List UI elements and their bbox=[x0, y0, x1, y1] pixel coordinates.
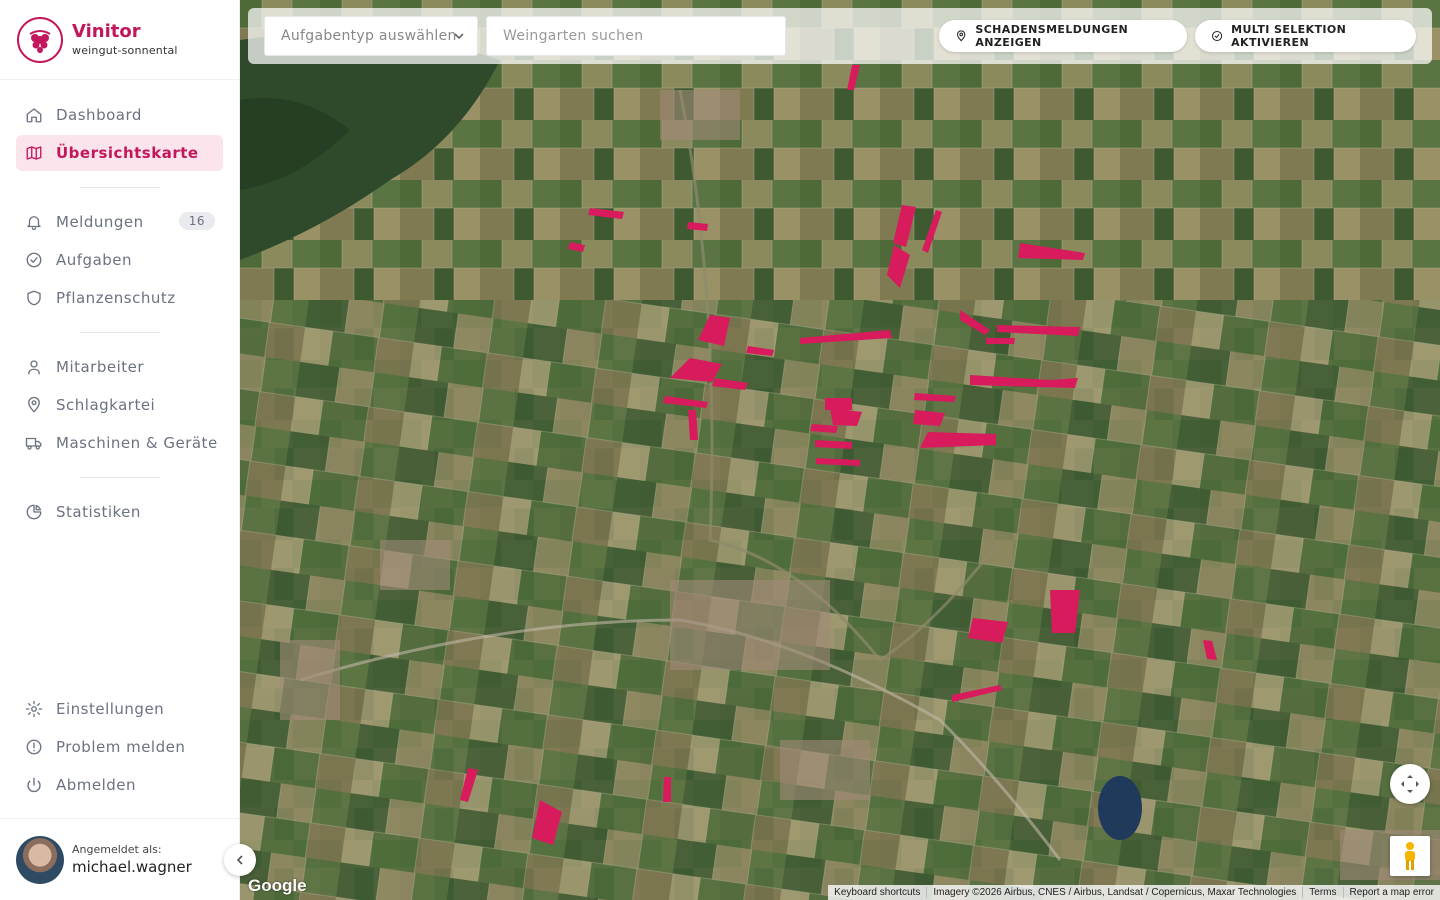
truck-icon bbox=[24, 433, 44, 453]
location-pin-icon bbox=[957, 30, 966, 42]
report-error-link[interactable]: Report a map error bbox=[1342, 887, 1440, 898]
check-circle-icon bbox=[24, 250, 44, 270]
user-box[interactable]: Angemeldet als: michael.wagner bbox=[0, 818, 240, 900]
chevron-left-icon bbox=[236, 855, 243, 865]
nav-aufgaben[interactable]: Aufgaben bbox=[16, 242, 223, 278]
nav-label: Pflanzenschutz bbox=[56, 289, 176, 307]
street-view-pegman[interactable] bbox=[1390, 836, 1430, 876]
nav-label: Abmelden bbox=[56, 776, 137, 794]
nav-label: Schlagkartei bbox=[56, 396, 156, 414]
map-icon bbox=[24, 143, 44, 163]
keyboard-shortcuts-link[interactable]: Keyboard shortcuts bbox=[828, 887, 926, 898]
nav-schlagkartei[interactable]: Schlagkartei bbox=[16, 387, 223, 423]
map-pan-control[interactable] bbox=[1390, 764, 1430, 804]
nav-mitarbeiter[interactable]: Mitarbeiter bbox=[16, 349, 223, 385]
nav-label: Statistiken bbox=[56, 503, 141, 521]
chevron-down-icon bbox=[454, 33, 464, 40]
notification-count-badge: 16 bbox=[178, 212, 215, 230]
collapse-sidebar-button[interactable] bbox=[224, 844, 256, 876]
main-nav: Dashboard Übersichtskarte Meldungen 16 A… bbox=[16, 0, 223, 900]
pegman-icon bbox=[1405, 842, 1415, 870]
home-icon bbox=[24, 105, 44, 125]
avatar bbox=[16, 835, 64, 884]
nav-label: Übersichtskarte bbox=[56, 144, 199, 162]
nav-problem-melden[interactable]: Problem melden bbox=[16, 729, 223, 765]
nav-label: Mitarbeiter bbox=[56, 358, 145, 376]
multi-select-label: MULTI SELEKTION AKTIVIEREN bbox=[1231, 23, 1347, 49]
shield-icon bbox=[24, 288, 44, 308]
divider bbox=[80, 187, 160, 188]
task-type-select[interactable]: Aufgabentyp auswählen bbox=[264, 16, 478, 56]
imagery-credit: Imagery ©2026 Airbus, CNES / Airbus, Lan… bbox=[926, 887, 1302, 898]
bell-icon bbox=[24, 212, 44, 232]
nav-label: Dashboard bbox=[56, 106, 142, 124]
terms-link[interactable]: Terms bbox=[1302, 887, 1342, 898]
user-icon bbox=[24, 357, 44, 377]
check-circle-icon bbox=[1212, 30, 1223, 42]
divider bbox=[80, 332, 160, 333]
move-arrows-icon bbox=[1401, 775, 1419, 793]
task-type-placeholder: Aufgabentyp auswählen bbox=[281, 28, 457, 44]
map-view[interactable]: Aufgabentyp auswählen SCHADENSMELDUNGEN … bbox=[240, 0, 1440, 900]
location-pin-icon bbox=[24, 395, 44, 415]
show-damage-reports-label: SCHADENSMELDUNGEN ANZEIGEN bbox=[975, 23, 1129, 49]
nav-dashboard[interactable]: Dashboard bbox=[16, 97, 223, 133]
power-icon bbox=[24, 775, 44, 795]
satellite-map-image bbox=[240, 0, 1440, 900]
nav-label: Einstellungen bbox=[56, 700, 165, 718]
nav-maschinen[interactable]: Maschinen & Geräte bbox=[16, 425, 223, 461]
username: michael.wagner bbox=[72, 858, 192, 876]
sidebar: Vinitor weingut-sonnental Dashboard Über… bbox=[0, 0, 240, 900]
logged-in-label: Angemeldet als: bbox=[72, 843, 162, 856]
nav-statistiken[interactable]: Statistiken bbox=[16, 494, 223, 530]
nav-pflanzenschutz[interactable]: Pflanzenschutz bbox=[16, 280, 223, 316]
divider bbox=[80, 477, 160, 478]
nav-abmelden[interactable]: Abmelden bbox=[16, 767, 223, 803]
nav-label: Problem melden bbox=[56, 738, 186, 756]
pie-chart-icon bbox=[24, 502, 44, 522]
google-logo: Google bbox=[248, 876, 307, 895]
nav-einstellungen[interactable]: Einstellungen bbox=[16, 691, 223, 727]
nav-meldungen[interactable]: Meldungen 16 bbox=[16, 204, 223, 240]
vineyard-search-input[interactable] bbox=[486, 16, 786, 56]
nav-label: Maschinen & Geräte bbox=[56, 434, 218, 452]
show-damage-reports-button[interactable]: SCHADENSMELDUNGEN ANZEIGEN bbox=[939, 20, 1187, 52]
gear-icon bbox=[24, 699, 44, 719]
map-attribution: Keyboard shortcuts Imagery ©2026 Airbus,… bbox=[828, 885, 1440, 900]
nav-label: Aufgaben bbox=[56, 251, 133, 269]
alert-circle-icon bbox=[24, 737, 44, 757]
nav-label: Meldungen bbox=[56, 213, 144, 231]
multi-select-button[interactable]: MULTI SELEKTION AKTIVIEREN bbox=[1195, 20, 1416, 52]
nav-map[interactable]: Übersichtskarte bbox=[16, 135, 223, 171]
map-toolbar: Aufgabentyp auswählen SCHADENSMELDUNGEN … bbox=[248, 8, 1432, 64]
